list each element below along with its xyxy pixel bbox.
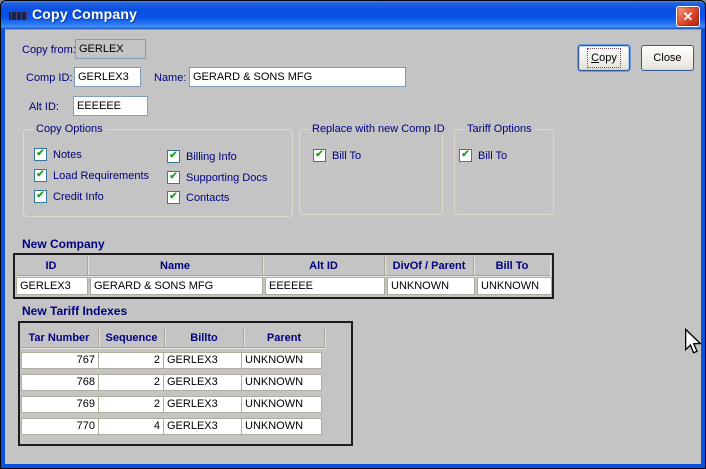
close-button[interactable]: Close	[641, 45, 694, 71]
column-header-name: Name	[88, 256, 263, 276]
cell-billto[interactable]: GERLEX3	[163, 396, 242, 413]
column-header-tar-number: Tar Number	[20, 328, 99, 348]
name-field[interactable]	[189, 67, 406, 87]
cell-tar-number[interactable]: 767	[21, 352, 99, 369]
cell-tar-number[interactable]: 770	[21, 418, 99, 435]
comp-id-field[interactable]	[74, 67, 141, 87]
check-icon: ✔	[315, 150, 323, 160]
checkbox-supporting-docs[interactable]: ✔ Supporting Docs	[167, 171, 267, 184]
checkbox-icon: ✔	[167, 171, 180, 184]
cell-billto[interactable]: GERLEX3	[163, 418, 242, 435]
checkbox-notes[interactable]: ✔ Notes	[34, 148, 82, 161]
column-header-id: ID	[15, 256, 88, 276]
alt-id-field[interactable]	[73, 96, 148, 116]
copy-button-label: Copy	[591, 52, 617, 64]
cell-name[interactable]: GERARD & SONS MFG	[90, 277, 263, 295]
cell-id[interactable]: GERLEX3	[16, 277, 88, 295]
checkbox-label: Bill To	[332, 150, 361, 162]
checkbox-contacts[interactable]: ✔ Contacts	[167, 191, 229, 204]
check-icon: ✔	[36, 170, 44, 180]
checkbox-icon: ✔	[34, 148, 47, 161]
copy-options-group-title: Copy Options	[33, 123, 106, 135]
checkbox-credit-info[interactable]: ✔ Credit Info	[34, 190, 104, 203]
window-title: Copy Company	[32, 6, 137, 22]
checkbox-label: Supporting Docs	[186, 172, 267, 184]
table-row: 769 2 GERLEX3 UNKNOWN	[21, 396, 322, 413]
cell-sequence[interactable]: 4	[98, 418, 164, 435]
checkbox-label: Notes	[53, 149, 82, 161]
copy-company-window: Copy Company ✕ Copy from: Comp ID: Name:…	[0, 0, 706, 469]
new-tariff-indexes-table: Tar Number Sequence Billto Parent 767 2 …	[18, 321, 353, 446]
check-icon: ✔	[169, 151, 177, 161]
cell-parent[interactable]: UNKNOWN	[241, 352, 322, 369]
column-header-parent: Parent	[244, 328, 325, 348]
check-icon: ✔	[36, 191, 44, 201]
cell-parent[interactable]: UNKNOWN	[241, 396, 322, 413]
checkbox-icon: ✔	[167, 150, 180, 163]
table-row: 770 4 GERLEX3 UNKNOWN	[21, 418, 322, 435]
checkbox-billing-info[interactable]: ✔ Billing Info	[167, 150, 237, 163]
checkbox-label: Load Requirements	[53, 170, 149, 182]
name-label: Name:	[154, 72, 186, 84]
copy-from-field[interactable]	[75, 39, 146, 59]
app-icon	[8, 10, 28, 22]
cell-alt-id[interactable]: EEEEEE	[265, 277, 385, 295]
tariff-header-row: Tar Number Sequence Billto Parent	[20, 328, 325, 348]
tariff-options-group-title: Tariff Options	[464, 123, 535, 135]
title-bar[interactable]: Copy Company ✕	[1, 1, 705, 29]
copy-from-label: Copy from:	[22, 44, 76, 56]
check-icon: ✔	[169, 192, 177, 202]
checkbox-label: Billing Info	[186, 151, 237, 163]
new-tariff-indexes-heading: New Tariff Indexes	[22, 304, 127, 318]
check-icon: ✔	[36, 149, 44, 159]
checkbox-load-requirements[interactable]: ✔ Load Requirements	[34, 169, 149, 182]
cell-parent[interactable]: UNKNOWN	[241, 374, 322, 391]
new-company-table: ID Name Alt ID DivOf / Parent Bill To GE…	[13, 253, 554, 299]
checkbox-label: Credit Info	[53, 191, 104, 203]
column-header-divof-parent: DivOf / Parent	[385, 256, 474, 276]
replace-group: Replace with new Comp ID	[299, 129, 443, 215]
cell-divof-parent[interactable]: UNKNOWN	[387, 277, 475, 295]
cell-billto[interactable]: GERLEX3	[163, 352, 242, 369]
column-header-sequence: Sequence	[99, 328, 165, 348]
checkbox-icon: ✔	[34, 169, 47, 182]
table-row: 767 2 GERLEX3 UNKNOWN	[21, 352, 322, 369]
close-button-label: Close	[653, 52, 681, 64]
checkbox-replace-bill-to[interactable]: ✔ Bill To	[313, 149, 361, 162]
check-icon: ✔	[461, 150, 469, 160]
column-header-billto: Billto	[165, 328, 244, 348]
alt-id-label: Alt ID:	[29, 101, 59, 113]
cell-sequence[interactable]: 2	[98, 396, 164, 413]
table-row: GERLEX3 GERARD & SONS MFG EEEEEE UNKNOWN…	[16, 277, 552, 295]
checkbox-icon: ✔	[167, 191, 180, 204]
cell-sequence[interactable]: 2	[98, 352, 164, 369]
check-icon: ✔	[169, 172, 177, 182]
table-row: 768 2 GERLEX3 UNKNOWN	[21, 374, 322, 391]
copy-button[interactable]: Copy	[578, 45, 630, 71]
checkbox-tariff-bill-to[interactable]: ✔ Bill To	[459, 149, 507, 162]
column-header-bill-to: Bill To	[474, 256, 550, 276]
tariff-options-group: Tariff Options	[454, 129, 554, 215]
new-company-heading: New Company	[22, 237, 105, 251]
cell-sequence[interactable]: 2	[98, 374, 164, 391]
checkbox-icon: ✔	[34, 190, 47, 203]
close-window-button[interactable]: ✕	[676, 6, 700, 27]
cell-tar-number[interactable]: 768	[21, 374, 99, 391]
cell-bill-to[interactable]: UNKNOWN	[477, 277, 552, 295]
comp-id-label: Comp ID:	[26, 72, 72, 84]
new-company-header-row: ID Name Alt ID DivOf / Parent Bill To	[15, 256, 550, 276]
checkbox-icon: ✔	[313, 149, 326, 162]
column-header-alt-id: Alt ID	[263, 256, 385, 276]
cell-parent[interactable]: UNKNOWN	[241, 418, 322, 435]
checkbox-label: Contacts	[186, 192, 229, 204]
checkbox-icon: ✔	[459, 149, 472, 162]
checkbox-label: Bill To	[478, 150, 507, 162]
cell-billto[interactable]: GERLEX3	[163, 374, 242, 391]
replace-group-title: Replace with new Comp ID	[309, 123, 448, 135]
cell-tar-number[interactable]: 769	[21, 396, 99, 413]
close-icon: ✕	[683, 9, 694, 24]
